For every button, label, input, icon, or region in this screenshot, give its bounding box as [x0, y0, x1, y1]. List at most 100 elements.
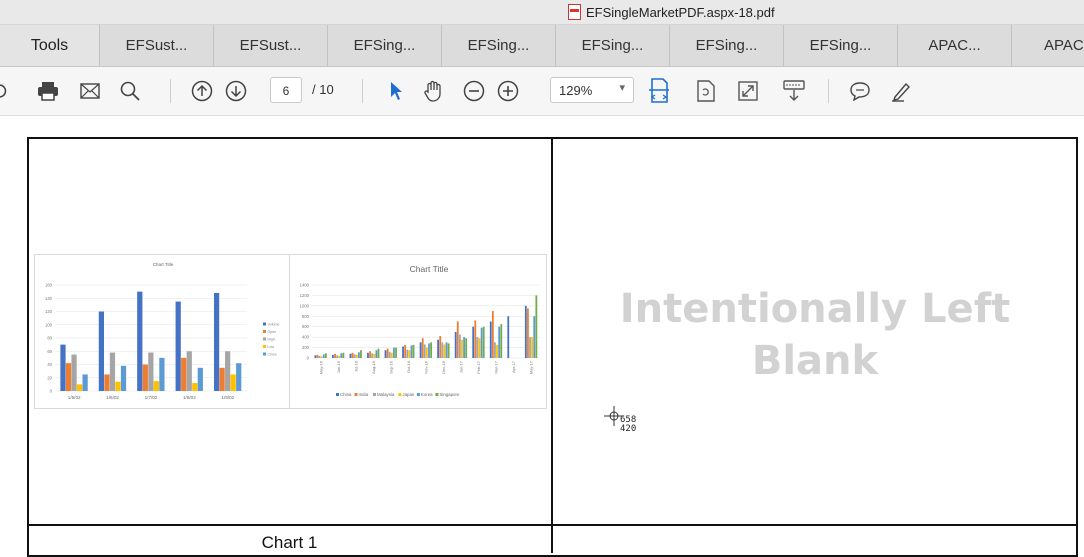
tab-document[interactable]: EFSing...	[442, 25, 556, 66]
tab-document[interactable]: EFSing...	[328, 25, 442, 66]
bar	[340, 353, 343, 358]
bar	[408, 350, 411, 358]
tab-tools[interactable]: Tools	[0, 25, 100, 66]
bar	[351, 352, 354, 358]
zoom-in-icon[interactable]	[494, 77, 522, 105]
bar	[419, 342, 422, 358]
bar	[153, 381, 159, 391]
search-icon[interactable]	[116, 77, 144, 105]
legend-label: Malaysia	[377, 392, 395, 397]
y-tick-label: 60	[47, 349, 52, 354]
bar	[318, 355, 321, 358]
legend-label: High	[268, 338, 275, 342]
zoom-select[interactable]: 129% ▾	[550, 77, 634, 103]
y-tick-label: 100	[45, 322, 53, 327]
page-total-label: / 10	[312, 82, 334, 97]
x-tick-label: Apr-17	[511, 360, 516, 373]
bar	[375, 350, 378, 358]
fit-width-icon[interactable]	[645, 77, 673, 105]
legend-swatch	[263, 322, 266, 326]
x-tick-label: Oct-16	[406, 360, 411, 373]
x-tick-label: Sep-16	[388, 360, 393, 374]
bar	[357, 352, 360, 358]
x-tick-label: 1/7/02	[145, 395, 158, 400]
cursor-y: 420	[620, 424, 637, 434]
y-tick-label: 600	[302, 324, 310, 329]
chart-2-container: Chart Title 0 200 400 600 800 1000 1200 1400 May-…	[289, 254, 547, 409]
bar	[390, 352, 393, 358]
bar	[314, 355, 317, 358]
prev-page-icon[interactable]	[188, 77, 216, 105]
y-tick-label: 200	[302, 345, 310, 350]
bar	[531, 337, 534, 358]
bar	[60, 344, 66, 391]
tab-document[interactable]: APAC...	[898, 25, 1012, 66]
bar	[454, 331, 457, 358]
y-tick-label: 1200	[300, 293, 310, 298]
bar	[331, 354, 334, 358]
bar	[463, 337, 465, 358]
email-icon[interactable]	[76, 77, 104, 105]
toolbar-separator	[362, 79, 363, 103]
bar	[527, 308, 529, 358]
legend-swatch	[263, 330, 266, 333]
bar	[507, 316, 510, 358]
y-tick-label: 400	[302, 335, 310, 340]
select-arrow-icon[interactable]	[382, 77, 410, 105]
fullscreen-icon[interactable]	[734, 77, 762, 105]
tab-document[interactable]: EFSing...	[670, 25, 784, 66]
bar	[213, 292, 220, 391]
document-title-text: EFSingleMarketPDF.aspx-18.pdf	[586, 4, 775, 20]
zoom-value: 129%	[559, 83, 593, 98]
legend-label: Volume	[268, 323, 280, 327]
tab-document[interactable]: APAC	[1012, 25, 1084, 66]
bar	[384, 350, 387, 358]
tab-document[interactable]: EFSust...	[214, 25, 328, 66]
bar	[377, 348, 380, 358]
y-tick-label: 160	[45, 283, 53, 288]
chart-caption: Chart 1	[261, 533, 318, 552]
bar	[142, 364, 148, 391]
print-icon[interactable]	[34, 77, 62, 105]
highlight-pen-icon[interactable]	[888, 77, 916, 105]
bar	[439, 336, 442, 358]
bar	[353, 354, 356, 358]
window-titlebar: EFSingleMarketPDF.aspx-18.pdf	[0, 0, 1084, 25]
chart-2: Chart Title 0 200 400 600 800 1000 1200 1400 May-…	[300, 264, 540, 397]
bar	[137, 291, 143, 391]
y-tick-label: 20	[47, 375, 52, 380]
bar	[349, 353, 352, 358]
legend-swatch	[354, 393, 358, 396]
legend-label: Singapore	[439, 392, 460, 397]
bar	[406, 349, 409, 358]
x-tick-label: May-17	[529, 360, 534, 374]
comment-icon[interactable]	[846, 77, 874, 105]
y-tick-label: 1400	[300, 283, 310, 288]
hand-icon[interactable]	[420, 77, 448, 105]
read-mode-icon[interactable]	[780, 77, 808, 105]
bar	[404, 344, 407, 358]
page-number-input[interactable]: 6	[270, 77, 302, 103]
bar	[115, 381, 121, 391]
bar	[423, 344, 426, 358]
tab-document[interactable]: EFSust...	[100, 25, 214, 66]
zoom-out-icon[interactable]	[460, 77, 488, 105]
tab-document[interactable]: EFSing...	[784, 25, 898, 66]
bar	[371, 353, 374, 358]
bar	[476, 337, 479, 358]
tab-document[interactable]: EFSing...	[556, 25, 670, 66]
rotate-icon[interactable]	[692, 77, 720, 105]
bar	[322, 354, 325, 358]
back-icon[interactable]	[0, 77, 14, 105]
x-tick-label: 1/8/02	[183, 395, 196, 400]
bar	[186, 351, 192, 391]
bar	[320, 356, 323, 358]
bar	[494, 342, 496, 358]
bar	[535, 295, 538, 358]
table-divider	[551, 137, 553, 553]
next-page-icon[interactable]	[222, 77, 250, 105]
bar	[236, 363, 242, 391]
document-title: EFSingleMarketPDF.aspx-18.pdf	[568, 4, 775, 20]
chart-1: Chart Title 0 20 40 60 80 100 120 140 160 1/5/02 1/…	[45, 262, 280, 400]
y-tick-label: 140	[45, 296, 53, 301]
